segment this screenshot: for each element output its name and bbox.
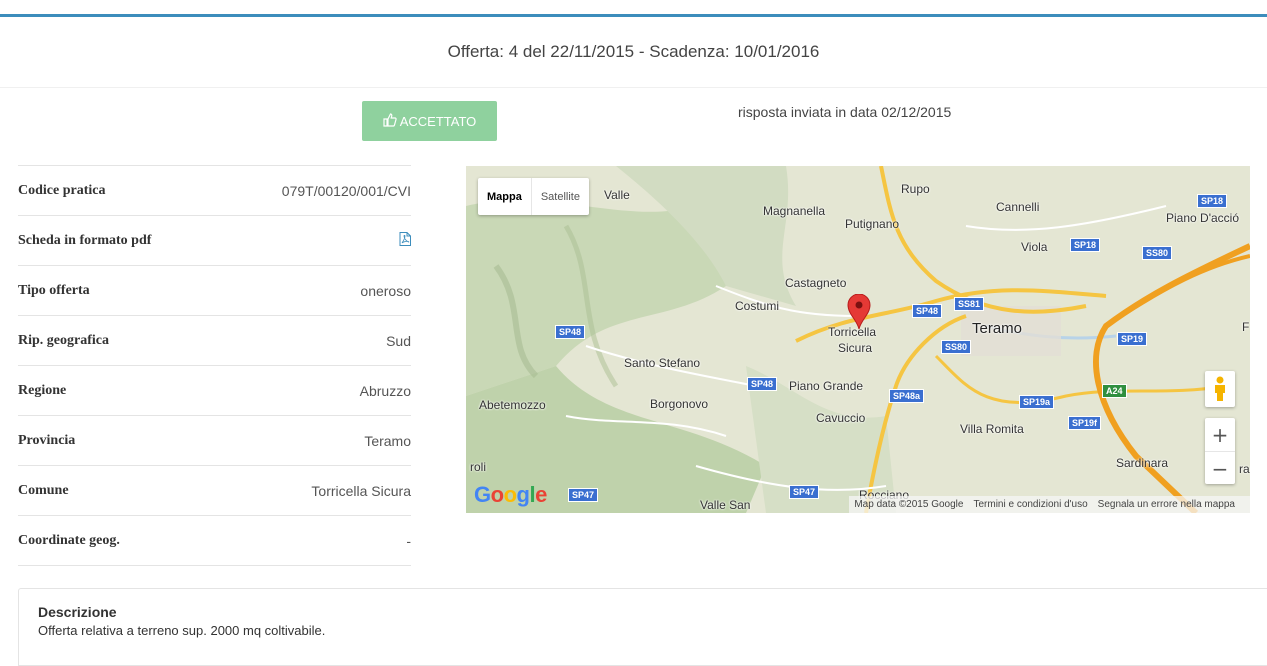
road-shield: SP19f xyxy=(1068,416,1102,430)
detail-label: Regione xyxy=(18,382,67,398)
detail-label: Rip. geografica xyxy=(18,332,109,348)
map-attribution: Map data ©2015 Google Termini e condizio… xyxy=(849,496,1250,513)
page-title: Offerta: 4 del 22/11/2015 - Scadenza: 10… xyxy=(447,42,820,61)
map-place-label: Santo Stefano xyxy=(624,356,701,370)
detail-row: Provincia Teramo xyxy=(18,415,411,465)
map-place-label: Villa Romita xyxy=(960,422,1024,436)
detail-label: Comune xyxy=(18,482,69,498)
map-place-label: Sicura xyxy=(838,341,873,355)
zoom-in-button[interactable]: + xyxy=(1205,418,1235,452)
road-shield: SP48 xyxy=(912,304,943,318)
road-shield: SP19 xyxy=(1117,332,1148,346)
road-shield: SS80 xyxy=(941,340,972,354)
street-view-pegman-icon[interactable] xyxy=(1205,371,1235,407)
road-shield: SP48a xyxy=(889,389,925,403)
detail-value: Torricella Sicura xyxy=(311,482,411,499)
map-place-label: Abetemozzo xyxy=(479,398,546,412)
road-shield: SP47 xyxy=(568,488,599,502)
terms-link[interactable]: Termini e condizioni d'uso xyxy=(973,499,1087,510)
map-place-label: Borgonovo xyxy=(650,397,709,411)
details-table: Codice pratica 079T/00120/001/CVI Scheda… xyxy=(18,165,411,566)
detail-label: Scheda in formato pdf xyxy=(18,232,152,248)
description-text: Offerta relativa a terreno sup. 2000 mq … xyxy=(38,623,326,638)
detail-value: Abruzzo xyxy=(359,382,411,399)
map-place-label: F xyxy=(1242,320,1250,334)
road-shield: A24 xyxy=(1102,384,1127,398)
description-title: Descrizione xyxy=(38,604,117,620)
thumbs-up-icon xyxy=(383,112,397,130)
road-shield: SP48 xyxy=(555,325,586,339)
map-place-label: Piano D'acció xyxy=(1166,211,1239,225)
top-accent-bar xyxy=(0,0,1267,17)
map-place-label: Cavuccio xyxy=(816,411,866,425)
report-error-link[interactable]: Segnala un errore nella mappa xyxy=(1098,499,1235,510)
map-place-label: Viola xyxy=(1021,240,1048,254)
detail-row: Comune Torricella Sicura xyxy=(18,465,411,515)
road-shield: SS80 xyxy=(1142,246,1173,260)
map-place-label: Castagneto xyxy=(785,276,847,290)
map-place-label: Rupo xyxy=(901,182,930,196)
map-marker-icon[interactable] xyxy=(847,294,871,330)
detail-row: Rip. geografica Sud xyxy=(18,315,411,365)
map-type-mappa[interactable]: Mappa xyxy=(478,178,531,215)
map-place-label: Sardinara xyxy=(1116,456,1169,470)
detail-row: Regione Abruzzo xyxy=(18,365,411,415)
location-map[interactable]: Mappa Satellite Valle Rupo Magnanella Pu… xyxy=(466,166,1250,513)
pdf-link[interactable] xyxy=(399,232,411,249)
zoom-control: + − xyxy=(1205,418,1235,484)
detail-label: Tipo offerta xyxy=(18,282,90,298)
detail-value: - xyxy=(406,532,411,549)
map-place-label: ra xyxy=(1239,462,1250,476)
road-shield: SP47 xyxy=(789,485,820,499)
map-type-control: Mappa Satellite xyxy=(478,178,589,215)
detail-row: Tipo offerta oneroso xyxy=(18,265,411,315)
detail-value: Sud xyxy=(386,332,411,349)
accepted-status-button[interactable]: ACCETTATO xyxy=(362,101,497,141)
road-shield: SP48 xyxy=(747,377,778,391)
detail-value: 079T/00120/001/CVI xyxy=(281,182,411,199)
road-shield: SP18 xyxy=(1070,238,1101,252)
map-place-label: Valle San xyxy=(700,498,751,512)
map-type-satellite[interactable]: Satellite xyxy=(530,178,589,215)
detail-row: Coordinate geog. - xyxy=(18,515,411,566)
pdf-icon[interactable] xyxy=(399,232,411,246)
status-label: ACCETTATO xyxy=(399,113,477,129)
detail-label: Provincia xyxy=(18,432,76,448)
map-place-label: Piano Grande xyxy=(789,379,864,393)
map-place-label: roli xyxy=(470,460,487,474)
map-place-label: Valle xyxy=(604,188,630,202)
zoom-out-button[interactable]: − xyxy=(1205,452,1235,485)
map-place-label: Putignano xyxy=(845,217,900,231)
road-shield: SP19a xyxy=(1019,395,1055,409)
offer-header: Offerta: 4 del 22/11/2015 - Scadenza: 10… xyxy=(0,17,1267,88)
map-place-label: Teramo xyxy=(972,320,1023,337)
detail-value: oneroso xyxy=(360,282,411,299)
detail-row: Codice pratica 079T/00120/001/CVI xyxy=(18,165,411,215)
road-shield: SP18 xyxy=(1197,194,1228,208)
response-date-text: risposta inviata in data 02/12/2015 xyxy=(738,104,952,120)
detail-label: Codice pratica xyxy=(18,182,106,198)
map-data-credit: Map data ©2015 Google xyxy=(854,499,964,510)
road-shield: SS81 xyxy=(954,297,985,311)
detail-value: Teramo xyxy=(364,432,411,449)
google-logo: Google xyxy=(474,482,547,507)
description-panel: Descrizione Offerta relativa a terreno s… xyxy=(18,588,1267,666)
detail-row: Scheda in formato pdf xyxy=(18,215,411,265)
map-place-label: Cannelli xyxy=(996,200,1040,214)
map-place-label: Magnanella xyxy=(763,204,826,218)
map-place-label: Costumi xyxy=(735,299,780,313)
detail-label: Coordinate geog. xyxy=(18,532,120,548)
